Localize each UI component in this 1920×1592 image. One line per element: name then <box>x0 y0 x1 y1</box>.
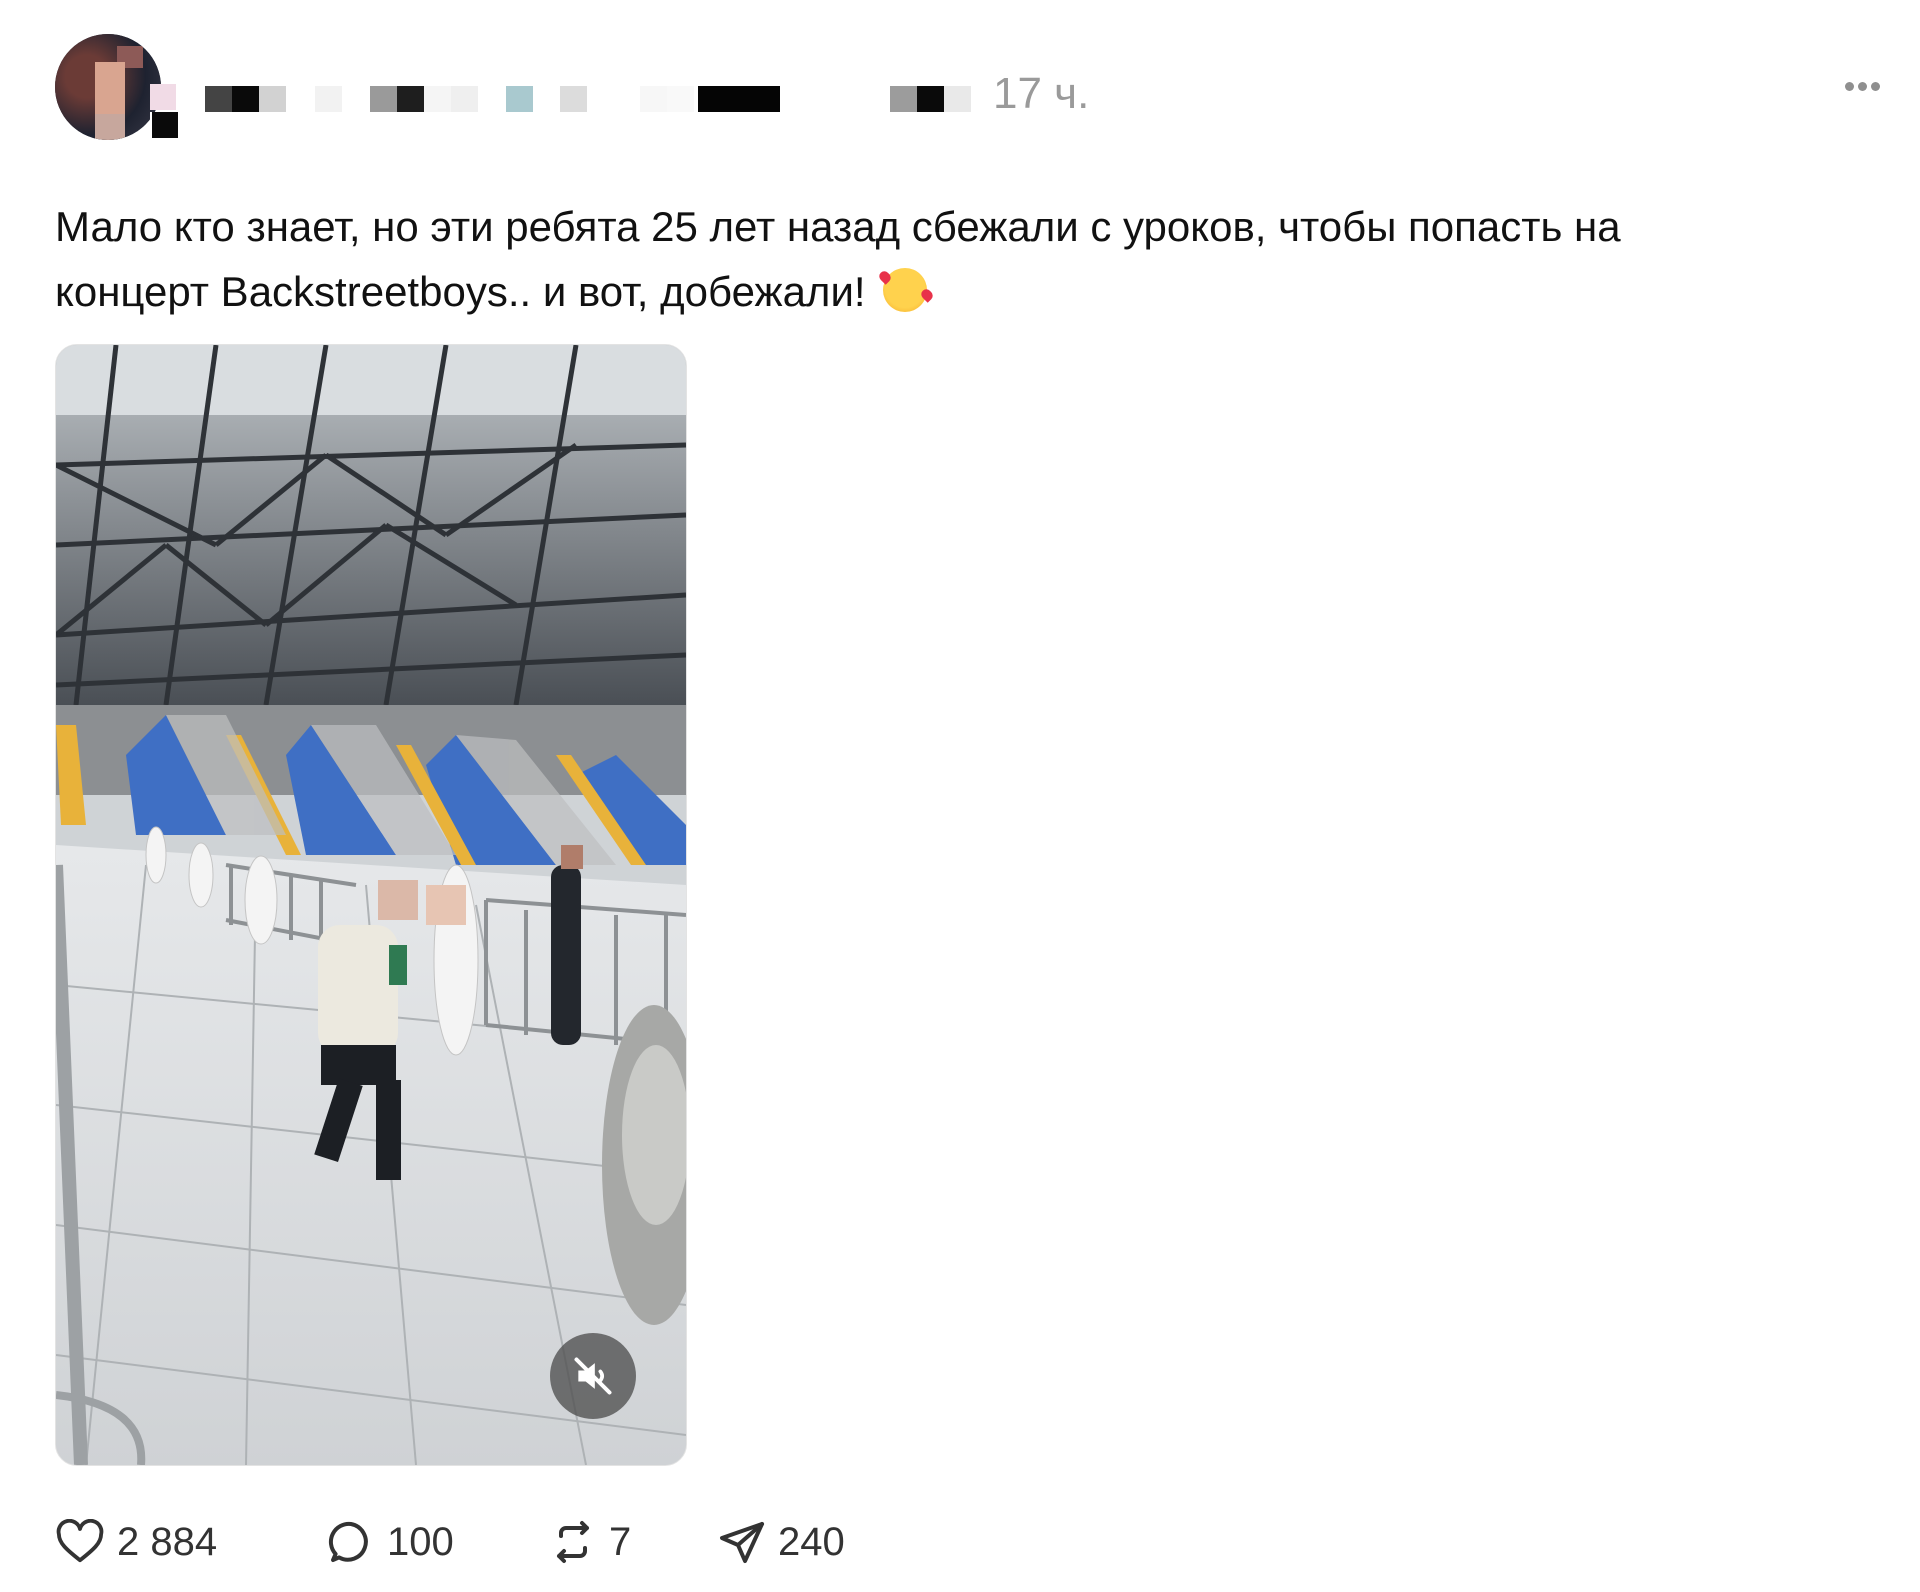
comment-count: 100 <box>387 1520 454 1564</box>
post-timestamp[interactable]: 17 ч. <box>993 70 1089 118</box>
post-actions-bar: 2 884 100 7 240 <box>55 1514 878 1570</box>
redacted-pixel <box>560 86 587 112</box>
redacted-pixel <box>944 86 971 112</box>
smiling-face-with-hearts-icon <box>883 268 928 312</box>
avatar-pixel-block <box>95 114 125 140</box>
video-frame-stadium <box>56 345 686 1465</box>
redacted-pixel <box>698 86 780 112</box>
redacted-pixel <box>424 86 451 112</box>
more-horizontal-icon <box>1845 82 1854 91</box>
like-count: 2 884 <box>117 1520 218 1564</box>
post-video[interactable] <box>55 344 687 1466</box>
redacted-pixel <box>370 86 397 112</box>
redacted-pixel <box>152 112 178 138</box>
paper-plane-icon <box>720 1522 764 1563</box>
redacted-pixel <box>259 86 286 112</box>
comment-bubble-icon <box>328 1521 368 1562</box>
redacted-pixel <box>667 86 694 112</box>
post-text: Мало кто знает, но эти ребята 25 лет наз… <box>55 194 1875 324</box>
repost-count: 7 <box>609 1520 632 1564</box>
repost-button[interactable]: 7 <box>549 1518 718 1566</box>
like-button[interactable]: 2 884 <box>55 1518 327 1566</box>
share-button[interactable]: 240 <box>718 1518 878 1566</box>
redacted-pixel <box>205 86 232 112</box>
more-options-button[interactable] <box>1845 78 1889 92</box>
post-text-line-wrap: концерт Backstreetboys.. и вот, добежали… <box>55 259 1875 324</box>
redacted-pixel <box>315 86 342 112</box>
redacted-pixel <box>150 84 176 110</box>
author-avatar[interactable] <box>55 34 161 140</box>
redacted-pixel <box>397 86 424 112</box>
speaker-muted-icon <box>574 1357 612 1395</box>
post-text-line: Мало кто знает, но эти ребята 25 лет наз… <box>55 203 1621 250</box>
share-count: 240 <box>778 1520 845 1564</box>
post-text-line: концерт Backstreetboys.. и вот, добежали… <box>55 268 878 315</box>
more-horizontal-icon <box>1871 82 1880 91</box>
avatar-pixel-block <box>95 62 125 117</box>
redacted-pixel <box>506 86 533 112</box>
redacted-pixel <box>640 86 667 112</box>
heart-icon <box>56 1519 104 1563</box>
redacted-pixel <box>917 86 944 112</box>
more-horizontal-icon <box>1858 82 1867 91</box>
mute-toggle-button[interactable] <box>550 1333 636 1419</box>
comment-button[interactable]: 100 <box>327 1518 549 1566</box>
redacted-pixel <box>451 86 478 112</box>
redacted-pixel <box>232 86 259 112</box>
repost-icon <box>557 1521 589 1563</box>
redacted-pixel <box>890 86 917 112</box>
